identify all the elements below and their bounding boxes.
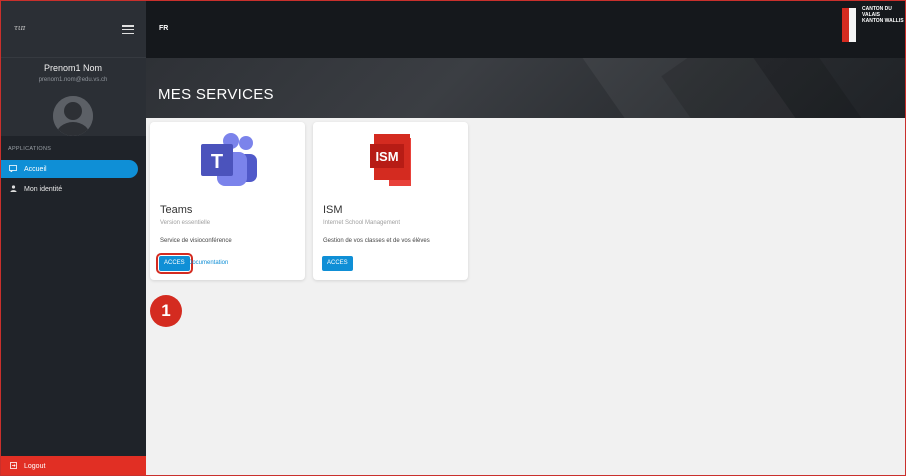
logout-label: Logout: [24, 462, 46, 470]
ism-logo-text: ISM: [375, 149, 398, 164]
sidebar: τιπ Prenom1 Nom prenom1.nom@edu.vs.ch AP…: [0, 0, 146, 476]
service-card-ism: ISM ISM Internet School Management Gesti…: [313, 122, 468, 280]
chat-icon: [8, 164, 18, 174]
page-title: MES SERVICES: [158, 86, 274, 103]
step-marker: 1: [150, 295, 182, 327]
sidebar-header: τιπ: [0, 0, 146, 58]
sidebar-item-mon-identite[interactable]: Mon identité: [0, 180, 146, 198]
documentation-link[interactable]: Documentation: [188, 256, 228, 271]
sidebar-item-label: Accueil: [24, 165, 47, 173]
service-title: Teams: [160, 204, 193, 216]
ism-logo-icon: ISM: [356, 130, 426, 190]
service-description: Gestion de vos classes et de vos élèves: [323, 238, 430, 244]
user-name: Prenom1 Nom: [43, 63, 103, 73]
sidebar-item-accueil[interactable]: Accueil: [0, 160, 138, 178]
user-email: prenom1.nom@edu.vs.ch: [38, 77, 108, 83]
avatar: [53, 96, 93, 136]
canton-shield-icon: [842, 8, 856, 42]
service-subtitle: Version essentielle: [160, 220, 211, 226]
page-banner: MES SERVICES: [146, 58, 906, 118]
canton-name-de: KANTON WALLIS: [862, 18, 904, 24]
service-description: Service de visioconférence: [160, 238, 232, 244]
person-icon: [8, 184, 18, 194]
canton-logo: CANTON DU VALAIS KANTON WALLIS: [842, 6, 906, 44]
teams-logo-letter: T: [210, 151, 222, 173]
menu-icon[interactable]: [122, 25, 134, 35]
logout-button[interactable]: Logout: [0, 456, 146, 476]
teams-acces-button[interactable]: ACCES: [156, 253, 193, 274]
top-bar: FR CANTON DU VALAIS KANTON WALLIS: [146, 0, 906, 58]
ism-acces-button[interactable]: ACCES: [322, 256, 353, 271]
app-logo: τιπ: [14, 24, 26, 32]
service-title: ISM: [323, 204, 343, 216]
teams-logo-icon: T: [193, 130, 263, 190]
service-subtitle: Internet School Management: [323, 220, 401, 226]
section-label-applications: APPLICATIONS: [8, 146, 52, 152]
service-card-teams: T Teams Version essentielle Service de v…: [150, 122, 305, 280]
language-selector[interactable]: FR: [159, 25, 168, 32]
canton-name-fr: CANTON DU VALAIS: [862, 6, 892, 18]
user-profile: Prenom1 Nom prenom1.nom@edu.vs.ch: [0, 58, 146, 136]
sidebar-item-label: Mon identité: [24, 185, 63, 193]
logout-icon: [8, 461, 18, 471]
